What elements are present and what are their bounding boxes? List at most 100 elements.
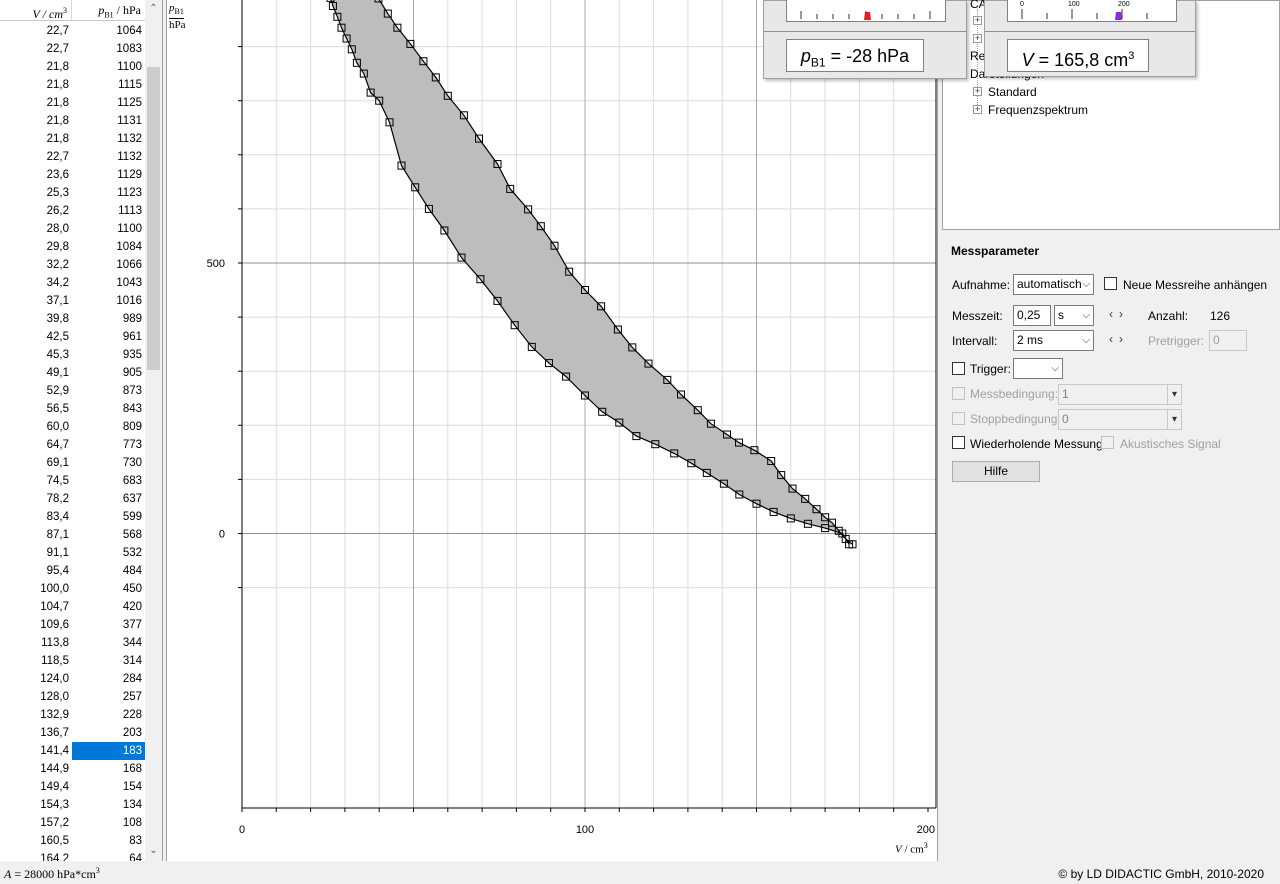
cell-pressure[interactable]: 1064 bbox=[72, 22, 145, 40]
table-row[interactable]: 144,9 168 bbox=[0, 760, 145, 778]
cell-volume[interactable]: 109,6 bbox=[0, 616, 72, 634]
expand-icon[interactable]: + bbox=[973, 87, 982, 96]
cell-volume[interactable]: 22,7 bbox=[0, 148, 72, 166]
table-row[interactable]: 32,2 1066 bbox=[0, 256, 145, 274]
cell-pressure[interactable]: 377 bbox=[72, 616, 145, 634]
table-row[interactable]: 26,2 1113 bbox=[0, 202, 145, 220]
table-row[interactable]: 21,8 1115 bbox=[0, 76, 145, 94]
aufnahme-select[interactable]: automatisch ⌵ bbox=[1013, 274, 1094, 295]
table-row[interactable]: 91,1 532 bbox=[0, 544, 145, 562]
table-row[interactable]: 83,4 599 bbox=[0, 508, 145, 526]
cell-volume[interactable]: 22,7 bbox=[0, 22, 72, 40]
expand-icon[interactable]: + bbox=[973, 34, 982, 43]
cell-pressure[interactable]: 168 bbox=[72, 760, 145, 778]
cell-pressure[interactable]: 1113 bbox=[72, 202, 145, 220]
table-row[interactable]: 22,7 1064 bbox=[0, 22, 145, 40]
cell-pressure[interactable]: 83 bbox=[72, 832, 145, 850]
cell-volume[interactable]: 118,5 bbox=[0, 652, 72, 670]
neue-messreihe-checkbox[interactable] bbox=[1104, 277, 1117, 290]
table-row[interactable]: 113,8 344 bbox=[0, 634, 145, 652]
cell-pressure[interactable]: 637 bbox=[72, 490, 145, 508]
cell-pressure[interactable]: 228 bbox=[72, 706, 145, 724]
table-row[interactable]: 128,0 257 bbox=[0, 688, 145, 706]
cell-pressure[interactable]: 568 bbox=[72, 526, 145, 544]
cell-pressure[interactable]: 1066 bbox=[72, 256, 145, 274]
table-row[interactable]: 49,1 905 bbox=[0, 364, 145, 382]
cell-pressure[interactable]: 203 bbox=[72, 724, 145, 742]
akustisches-checkbox[interactable] bbox=[1101, 436, 1114, 449]
cell-volume[interactable]: 21,8 bbox=[0, 76, 72, 94]
cell-volume[interactable]: 128,0 bbox=[0, 688, 72, 706]
table-row[interactable]: 132,9 228 bbox=[0, 706, 145, 724]
table-row[interactable]: 39,8 989 bbox=[0, 310, 145, 328]
cell-pressure[interactable]: 134 bbox=[72, 796, 145, 814]
cell-volume[interactable]: 56,5 bbox=[0, 400, 72, 418]
cell-volume[interactable]: 74,5 bbox=[0, 472, 72, 490]
table-row[interactable]: 22,7 1132 bbox=[0, 148, 145, 166]
cell-volume[interactable]: 160,5 bbox=[0, 832, 72, 850]
table-row[interactable]: 141,4 183 bbox=[0, 742, 145, 760]
column-header-volume[interactable]: V / cm3 bbox=[0, 0, 72, 21]
cell-volume[interactable]: 132,9 bbox=[0, 706, 72, 724]
table-row[interactable]: 21,8 1131 bbox=[0, 112, 145, 130]
table-row[interactable]: 136,7 203 bbox=[0, 724, 145, 742]
cell-pressure[interactable]: 905 bbox=[72, 364, 145, 382]
cell-pressure[interactable]: 1084 bbox=[72, 238, 145, 256]
cell-pressure[interactable]: 1125 bbox=[72, 94, 145, 112]
cell-pressure[interactable]: 314 bbox=[72, 652, 145, 670]
table-row[interactable]: 87,1 568 bbox=[0, 526, 145, 544]
table-row[interactable]: 37,1 1016 bbox=[0, 292, 145, 310]
stoppbedingung-select[interactable]: 0 ▾ bbox=[1058, 409, 1182, 430]
cell-pressure[interactable]: 420 bbox=[72, 598, 145, 616]
table-row[interactable]: 154,3 134 bbox=[0, 796, 145, 814]
cell-volume[interactable]: 87,1 bbox=[0, 526, 72, 544]
wiederholende-checkbox[interactable] bbox=[952, 436, 965, 449]
cell-volume[interactable]: 21,8 bbox=[0, 94, 72, 112]
cell-volume[interactable]: 83,4 bbox=[0, 508, 72, 526]
messbedingung-checkbox[interactable] bbox=[952, 387, 965, 400]
cell-volume[interactable]: 42,5 bbox=[0, 328, 72, 346]
table-row[interactable]: 74,5 683 bbox=[0, 472, 145, 490]
cell-pressure[interactable]: 344 bbox=[72, 634, 145, 652]
cell-pressure[interactable]: 1132 bbox=[72, 148, 145, 166]
cell-pressure[interactable]: 961 bbox=[72, 328, 145, 346]
table-row[interactable]: 25,3 1123 bbox=[0, 184, 145, 202]
table-row[interactable]: 21,8 1132 bbox=[0, 130, 145, 148]
messbedingung-select[interactable]: 1 ▾ bbox=[1058, 384, 1182, 405]
column-header-pressure[interactable]: pB1 / hPa bbox=[72, 0, 144, 20]
table-row[interactable]: 21,8 1125 bbox=[0, 94, 145, 112]
cell-pressure[interactable]: 1123 bbox=[72, 184, 145, 202]
cell-volume[interactable]: 69,1 bbox=[0, 454, 72, 472]
cell-pressure[interactable]: 1115 bbox=[72, 76, 145, 94]
cell-pressure[interactable]: 284 bbox=[72, 670, 145, 688]
trigger-checkbox[interactable] bbox=[952, 362, 965, 375]
cell-pressure[interactable]: 683 bbox=[72, 472, 145, 490]
cell-pressure[interactable]: 183 bbox=[72, 742, 145, 760]
cell-volume[interactable]: 64,7 bbox=[0, 436, 72, 454]
cell-pressure[interactable]: 599 bbox=[72, 508, 145, 526]
table-row[interactable]: 95,4 484 bbox=[0, 562, 145, 580]
expand-icon[interactable]: + bbox=[973, 16, 982, 25]
pretrigger-input[interactable]: 0 bbox=[1209, 330, 1247, 351]
cell-volume[interactable]: 100,0 bbox=[0, 580, 72, 598]
cell-pressure[interactable]: 484 bbox=[72, 562, 145, 580]
cell-volume[interactable]: 124,0 bbox=[0, 670, 72, 688]
table-row[interactable]: 149,4 154 bbox=[0, 778, 145, 796]
table-row[interactable]: 100,0 450 bbox=[0, 580, 145, 598]
scroll-down-icon[interactable]: ⌄ bbox=[145, 842, 162, 859]
cell-pressure[interactable]: 450 bbox=[72, 580, 145, 598]
tree-item-frequenzspektrum[interactable]: Frequenzspektrum bbox=[988, 103, 1088, 117]
cell-volume[interactable]: 113,8 bbox=[0, 634, 72, 652]
table-row[interactable]: 164,2 64 bbox=[0, 850, 145, 861]
cell-volume[interactable]: 52,9 bbox=[0, 382, 72, 400]
pressure-gauge-window[interactable]: pB1 = -28 hPa bbox=[763, 0, 967, 79]
cell-pressure[interactable]: 64 bbox=[72, 850, 145, 861]
cell-pressure[interactable]: 257 bbox=[72, 688, 145, 706]
table-scrollbar[interactable]: ⌃ ⌄ bbox=[145, 0, 162, 861]
cell-pressure[interactable]: 1131 bbox=[72, 112, 145, 130]
table-row[interactable]: 45,3 935 bbox=[0, 346, 145, 364]
cell-pressure[interactable]: 1100 bbox=[72, 220, 145, 238]
cell-pressure[interactable]: 532 bbox=[72, 544, 145, 562]
cell-pressure[interactable]: 1083 bbox=[72, 40, 145, 58]
cell-pressure[interactable]: 108 bbox=[72, 814, 145, 832]
